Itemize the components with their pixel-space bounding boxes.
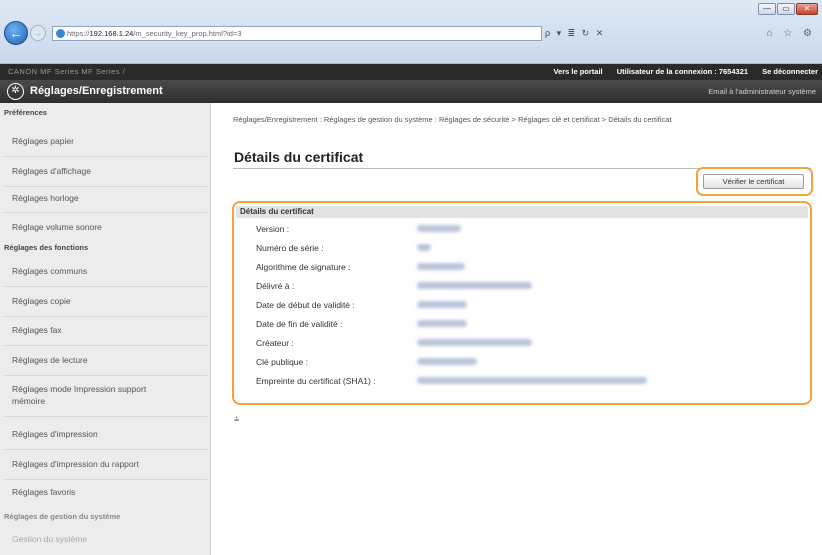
detail-label: Date de fin de validité : [256, 319, 343, 329]
detail-label: Version : [256, 224, 290, 234]
verify-certificate-button[interactable]: Vérifier le certificat [703, 174, 804, 189]
detail-row: Délivré à : [234, 278, 810, 296]
top-links: Vers le portail Utilisateur de la connex… [541, 64, 818, 80]
detail-row: Date de fin de validité : [234, 316, 810, 334]
detail-row: Créateur : [234, 335, 810, 353]
detail-row: Empreinte du certificat (SHA1) : [234, 373, 810, 391]
sidebar-item-scan[interactable]: Réglages de lecture [12, 354, 202, 366]
page-icon [56, 29, 65, 38]
sidebar-item-display[interactable]: Réglages d'affichage [12, 165, 202, 177]
portal-link[interactable]: Vers le portail [553, 67, 602, 76]
detail-value-redacted [417, 339, 532, 346]
sidebar-divider [4, 316, 207, 317]
sidebar-section-sysmgmt: Réglages de gestion du système [4, 512, 121, 521]
detail-value-redacted [417, 225, 461, 232]
url-path: /m_security_key_prop.html?id=3 [133, 29, 242, 38]
browser-chrome: — ▭ ✕ ← → https://192.168.1.24/m_securit… [0, 0, 822, 64]
sidebar-item-clock[interactable]: Réglages horloge [12, 192, 202, 204]
address-tools-icons[interactable]: ρ ▾ ≣ ↻ ✕ [545, 26, 605, 41]
detail-label: Empreinte du certificat (SHA1) : [256, 376, 376, 386]
sidebar-item-favorites[interactable]: Réglages favoris [12, 486, 202, 498]
settings-gear-icon: ✲ [7, 83, 24, 100]
detail-row: Clé publique : [234, 354, 810, 372]
sidebar-divider [4, 212, 207, 213]
sidebar-divider [4, 449, 207, 450]
close-window-button[interactable]: ✕ [796, 3, 818, 15]
detail-label: Clé publique : [256, 357, 308, 367]
detail-row: Date de début de validité : [234, 297, 810, 315]
forward-arrow-icon[interactable]: → [30, 25, 46, 41]
sidebar-divider [4, 156, 207, 157]
home-star-gear-icons[interactable]: ⌂ ☆ ⚙ [766, 26, 816, 41]
sidebar-divider [4, 345, 207, 346]
verify-button-highlight: Vérifier le certificat [696, 167, 813, 196]
detail-label: Numéro de série : [256, 243, 324, 253]
certificate-details-panel: Détails du certificat Version : Numéro d… [232, 201, 812, 405]
sidebar-divider [4, 416, 207, 417]
back-to-top-icon[interactable]: ⩮ [234, 414, 239, 425]
detail-label: Créateur : [256, 338, 294, 348]
main-content: Réglages/Enregistrement : Réglages de ge… [212, 103, 822, 555]
panel-title: Détails du certificat [236, 206, 808, 218]
sidebar-item-memory-print[interactable]: Réglages mode Impression support mémoire [12, 383, 172, 407]
logout-link[interactable]: Se déconnecter [762, 67, 818, 76]
detail-row: Algorithme de signature : [234, 259, 810, 277]
sidebar-item-sysmgmt[interactable]: Gestion du système [12, 533, 202, 545]
detail-value-redacted [417, 358, 477, 365]
window-controls: — ▭ ✕ [758, 3, 818, 15]
detail-value-redacted [417, 263, 465, 270]
detail-row: Version : [234, 221, 810, 239]
sidebar-divider [4, 186, 207, 187]
detail-value-redacted [417, 282, 532, 289]
detail-value-redacted [417, 244, 431, 251]
detail-value-redacted [417, 377, 647, 384]
sidebar-item-report-print[interactable]: Réglages d'impression du rapport [12, 458, 202, 470]
app-title-bar: ✲ Réglages/Enregistrement Email à l'admi… [0, 80, 822, 103]
sidebar-item-fax[interactable]: Réglages fax [12, 324, 202, 336]
maximize-button[interactable]: ▭ [777, 3, 795, 15]
sidebar-divider [4, 375, 207, 376]
sidebar-divider [4, 479, 207, 480]
sidebar: Préférences Réglages papier Réglages d'a… [0, 103, 211, 555]
sidebar-item-common[interactable]: Réglages communs [12, 265, 202, 277]
url-prefix: https:// [67, 29, 90, 38]
sidebar-item-volume[interactable]: Réglage volume sonore [12, 221, 202, 233]
login-user-label: Utilisateur de la connexion : 7654321 [616, 67, 749, 76]
sidebar-section-preferences: Préférences [4, 108, 47, 117]
detail-label: Date de début de validité : [256, 300, 355, 310]
detail-row: Numéro de série : [234, 240, 810, 258]
sidebar-item-copy[interactable]: Réglages copie [12, 295, 202, 307]
minimize-button[interactable]: — [758, 3, 776, 15]
detail-label: Algorithme de signature : [256, 262, 351, 272]
address-bar[interactable]: https://192.168.1.24/m_security_key_prop… [52, 26, 542, 41]
mail-admin-link[interactable]: Email à l'administrateur système [708, 87, 816, 96]
device-name: CANON MF Series MF Series / [8, 67, 126, 76]
sidebar-divider [4, 286, 207, 287]
url-host: 192.168.1.24 [89, 29, 134, 38]
sidebar-item-print[interactable]: Réglages d'impression [12, 428, 202, 440]
page-title: Détails du certificat [234, 149, 364, 165]
sidebar-section-functions: Réglages des fonctions [4, 243, 89, 252]
sidebar-item-paper[interactable]: Réglages papier [12, 135, 202, 147]
app-top-bar: CANON MF Series MF Series / Vers le port… [0, 64, 822, 80]
breadcrumb: Réglages/Enregistrement : Réglages de ge… [233, 115, 672, 124]
app-title: Réglages/Enregistrement [30, 85, 163, 97]
detail-label: Délivré à : [256, 281, 295, 291]
back-arrow-icon[interactable]: ← [4, 21, 28, 45]
detail-value-redacted [417, 320, 467, 327]
detail-value-redacted [417, 301, 467, 308]
